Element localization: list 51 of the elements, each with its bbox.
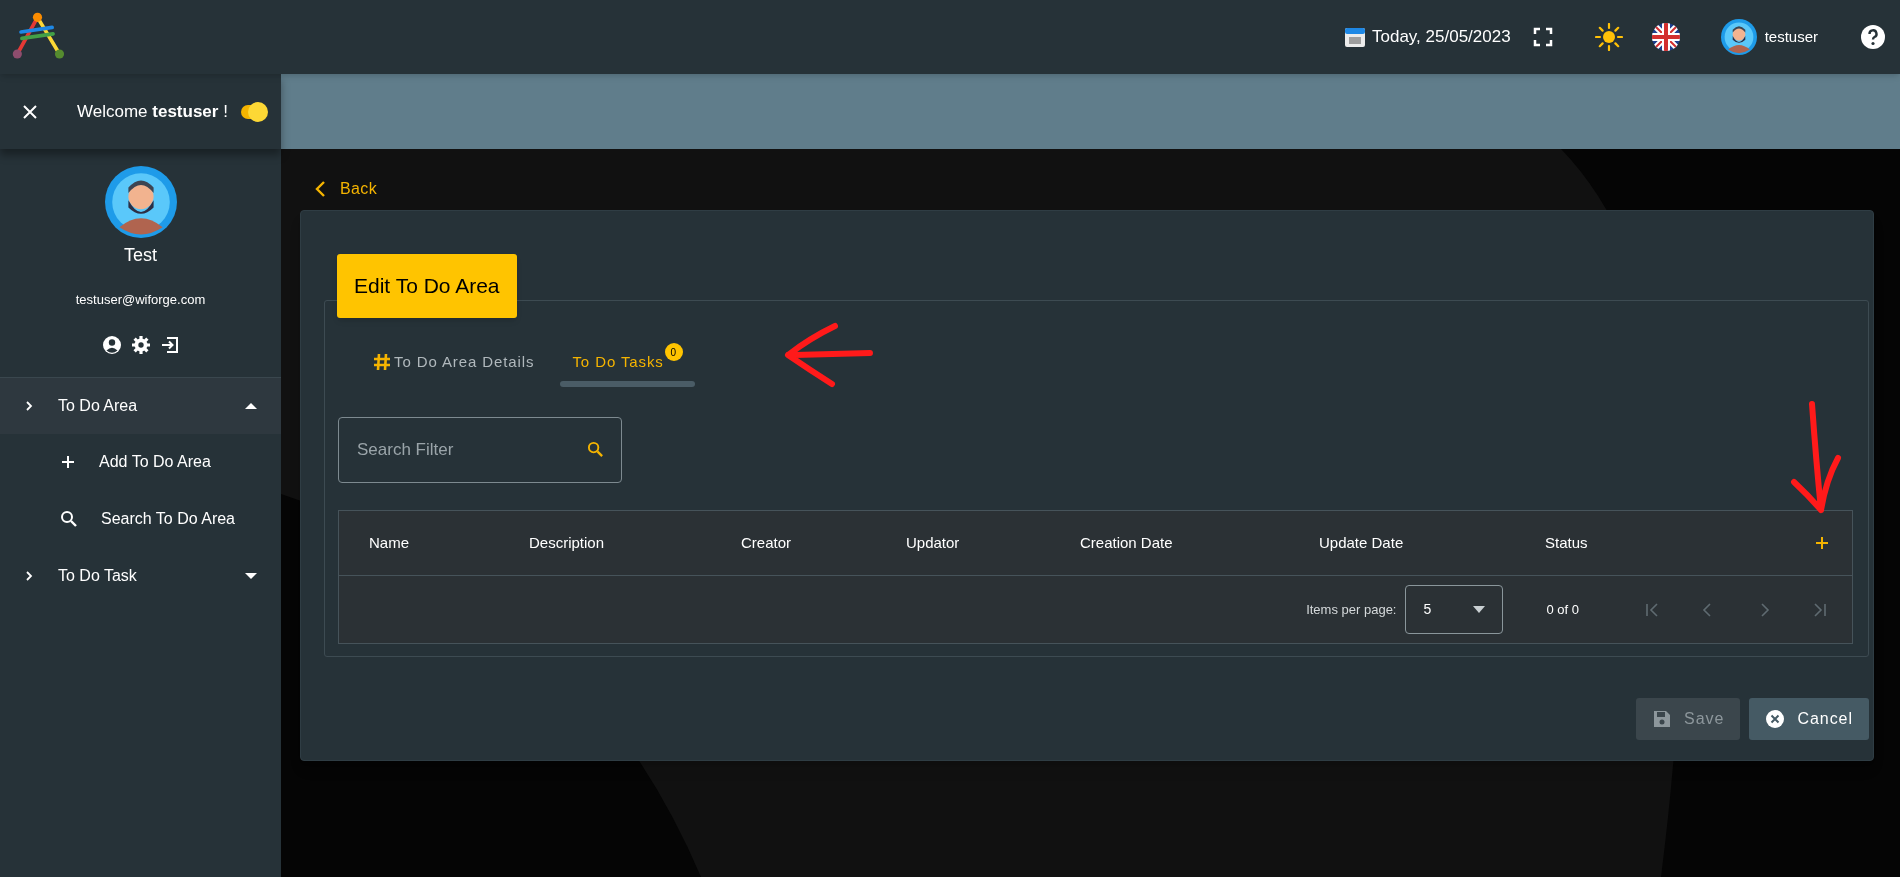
caret-down-icon <box>245 571 257 580</box>
sun-icon[interactable] <box>1594 23 1623 51</box>
page-size-select[interactable]: 5 <box>1405 585 1504 634</box>
save-icon <box>1652 709 1673 729</box>
account-icon[interactable] <box>101 334 122 355</box>
fullscreen-icon[interactable] <box>1532 27 1553 47</box>
hash-icon <box>372 352 392 372</box>
flag-icon[interactable] <box>1650 22 1681 52</box>
column-header: Creator <box>741 533 792 551</box>
column-header: Status <box>1545 533 1588 551</box>
last-page-icon[interactable] <box>1812 601 1828 618</box>
column-header: Updator <box>906 533 960 551</box>
cancel-button[interactable]: Cancel <box>1749 698 1869 740</box>
nav-subitem[interactable]: Search To Do Area <box>0 490 281 548</box>
plus-icon <box>60 454 76 470</box>
cancel-icon <box>1765 709 1786 729</box>
first-page-icon[interactable] <box>1644 601 1660 618</box>
items-per-page-label: Items per page: <box>1306 600 1397 619</box>
welcome-text: Welcome testuser ! <box>77 100 228 123</box>
logout-icon[interactable] <box>159 334 180 355</box>
count-badge: 0 <box>664 343 683 361</box>
caret-up-icon <box>245 401 257 410</box>
search-icon <box>587 441 604 458</box>
page-range: 0 of 0 <box>1546 600 1579 619</box>
profile-name: Test <box>124 244 157 267</box>
avatar-icon[interactable] <box>1720 19 1757 55</box>
nav-item[interactable]: To Do Task <box>0 547 281 604</box>
column-header: Name <box>369 533 409 551</box>
caret-down-icon <box>1473 606 1486 613</box>
chevron-left-icon <box>314 180 326 198</box>
nav-item[interactable]: To Do Area <box>0 377 281 434</box>
search-field[interactable]: Search Filter <box>338 417 622 483</box>
chevron-right-icon <box>23 399 35 412</box>
help-icon[interactable] <box>1860 24 1886 50</box>
column-header: Creation Date <box>1080 533 1173 551</box>
column-header: Description <box>529 533 605 551</box>
chevron-right-icon <box>23 569 35 582</box>
date-label: Today, 25/05/2023 <box>1372 26 1511 49</box>
column-header: Update Date <box>1319 533 1404 551</box>
tab[interactable]: To Do Area Details <box>360 331 547 393</box>
tab[interactable]: To Do Tasks 0 <box>560 331 695 393</box>
username-label[interactable]: testuser <box>1764 25 1818 49</box>
settings-icon[interactable] <box>130 334 151 355</box>
avatar-icon <box>104 166 177 238</box>
nav-subitem[interactable]: Add To Do Area <box>0 433 281 491</box>
add-icon[interactable] <box>1814 535 1830 551</box>
form-title: Edit To Do Area <box>337 254 517 318</box>
calendar-icon <box>1344 26 1366 48</box>
search-icon <box>60 510 78 528</box>
back-link[interactable]: Back <box>314 177 378 201</box>
profile-email: testuser@wiforge.com <box>75 291 206 309</box>
